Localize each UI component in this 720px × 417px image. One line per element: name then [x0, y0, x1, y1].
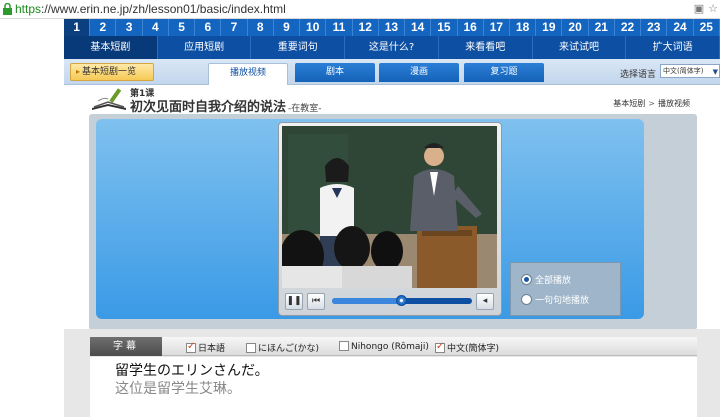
lesson-number-tab[interactable]: 8: [248, 19, 274, 36]
sub-navigation: ▸ 基本短剧一览 播放视频 剧本 漫画 复习题 选择语言 中文(简体字) ▼: [64, 59, 720, 85]
book-pen-icon: [92, 88, 126, 110]
speaker-icon: ◂: [482, 296, 488, 306]
lesson-number-tab[interactable]: 16: [458, 19, 484, 36]
tab-manga[interactable]: 漫画: [379, 63, 459, 82]
subtitle-option-chinese[interactable]: 中文(簡体字): [435, 341, 499, 354]
lesson-number-tab[interactable]: 24: [667, 19, 694, 36]
category-tab[interactable]: 来试试吧: [533, 36, 627, 59]
playback-mode-panel: 全部播放 一句句地播放: [510, 262, 621, 316]
arrow-right-icon: ▸: [76, 67, 81, 76]
subtitle-line-japanese: 留学生のエリンさんだ。: [115, 363, 269, 379]
lesson-number-tab[interactable]: 11: [326, 19, 353, 36]
breadcrumb-item: 播放视频: [658, 99, 690, 108]
player-controls: ❚❚ ⏮ ◂: [282, 291, 497, 312]
lesson-number-tab[interactable]: 19: [536, 19, 563, 36]
progress-fill: [332, 298, 402, 304]
subtitle-option-romaji[interactable]: Nihongo (Rômaji): [339, 341, 429, 352]
subtitle-header: 字幕 日本語 にほんご(かな) Nihongo (Rômaji) 中文(簡体字): [90, 337, 697, 356]
lesson-number-tab[interactable]: 2: [90, 19, 117, 36]
checkbox-icon[interactable]: [186, 341, 196, 353]
lesson-number-tab[interactable]: 15: [431, 19, 458, 36]
checkbox-icon[interactable]: [435, 341, 445, 353]
lesson-number-tab[interactable]: 3: [116, 19, 143, 36]
pause-icon: ❚❚: [286, 296, 302, 306]
page-subtitle: -在教室-: [288, 104, 322, 114]
category-tab[interactable]: 来看看吧: [439, 36, 533, 59]
lesson-number-tab[interactable]: 25: [694, 19, 720, 36]
lesson-number-tab[interactable]: 22: [615, 19, 642, 36]
lesson-number-tab[interactable]: 23: [641, 19, 668, 36]
lesson-number-tab[interactable]: 21: [589, 19, 615, 36]
lesson-number-tab[interactable]: 18: [510, 19, 537, 36]
subtitle-line-chinese: 这位是留学生艾琳。: [115, 381, 241, 397]
chevron-down-icon: ▼: [712, 68, 718, 76]
lesson-number-tab[interactable]: 6: [195, 19, 222, 36]
address-bar[interactable]: https://www.erin.ne.jp/zh/lesson01/basic…: [0, 0, 720, 19]
pause-button[interactable]: ❚❚: [285, 293, 303, 310]
lesson-number-tab[interactable]: 5: [169, 19, 196, 36]
star-icon[interactable]: ☆: [707, 3, 719, 15]
tab-review[interactable]: 复习题: [464, 63, 544, 82]
lesson-number-tab[interactable]: 17: [484, 19, 510, 36]
category-tab[interactable]: 扩大词语: [626, 36, 720, 59]
lesson-number-tab[interactable]: 13: [379, 19, 406, 36]
category-tab[interactable]: 这是什么?: [345, 36, 439, 59]
tab-play-video[interactable]: 播放视频: [208, 63, 288, 85]
page-icon[interactable]: ▣: [693, 3, 705, 15]
progress-bar[interactable]: [332, 295, 472, 306]
lesson-number-tab[interactable]: 10: [300, 19, 327, 36]
language-label: 选择语言: [620, 70, 657, 80]
lesson-number-bar: 1 2 3 4 5 6 7 8 9 10 11 12 13 14 15 16 17 18 19 20 21 22 23 24 2…: [64, 19, 720, 36]
play-all-option[interactable]: 全部播放: [521, 273, 571, 286]
page-title: 初次见面时自我介绍的说法 -在教室-: [130, 100, 322, 115]
play-sentence-option[interactable]: 一句句地播放: [521, 293, 589, 306]
subtitle-text-area: 留学生のエリンさんだ。 这位是留学生艾琳。: [90, 357, 697, 417]
category-bar: 基本短剧 应用短剧 重要词句 这是什么? 来看看吧 来试试吧 扩大词语: [64, 36, 720, 59]
tab-script[interactable]: 剧本: [295, 63, 375, 82]
category-tab[interactable]: 应用短剧: [158, 36, 252, 59]
volume-button[interactable]: ◂: [476, 293, 494, 310]
subtitle-label: 字幕: [90, 337, 162, 356]
skit-list-button[interactable]: ▸ 基本短剧一览: [70, 63, 154, 81]
lesson-number-tab[interactable]: 7: [221, 19, 248, 36]
lesson-number-tab[interactable]: 14: [405, 19, 432, 36]
checkbox-icon[interactable]: [339, 341, 349, 351]
lock-icon: [3, 3, 12, 15]
lesson-number-tab[interactable]: 9: [274, 19, 301, 36]
breadcrumb: 基本短剧 > 播放视频: [613, 98, 690, 109]
lesson-number-tab[interactable]: 4: [143, 19, 169, 36]
skip-back-icon: ⏮: [311, 296, 321, 306]
subtitle-option-kana[interactable]: にほんご(かな): [246, 341, 319, 354]
url-text: https://www.erin.ne.jp/zh/lesson01/basic…: [15, 2, 286, 16]
checkbox-icon[interactable]: [246, 343, 256, 353]
breadcrumb-item[interactable]: 基本短剧: [613, 99, 645, 108]
lesson-number-tab[interactable]: 1: [64, 19, 91, 36]
left-margin: [0, 19, 64, 417]
restart-button[interactable]: ⏮: [307, 293, 325, 310]
radio-play-all[interactable]: [521, 274, 532, 285]
subtitle-option-japanese[interactable]: 日本語: [186, 341, 225, 354]
progress-knob[interactable]: [396, 295, 407, 306]
lesson-number-tab[interactable]: 20: [562, 19, 589, 36]
radio-play-sentence[interactable]: [521, 294, 532, 305]
video-frame[interactable]: [282, 126, 497, 288]
chevron-right-icon: >: [648, 99, 655, 108]
category-tab[interactable]: 重要词句: [251, 36, 346, 59]
lesson-number-tab[interactable]: 12: [353, 19, 379, 36]
category-tab[interactable]: 基本短剧: [64, 36, 158, 59]
language-select[interactable]: 中文(简体字) ▼: [660, 64, 720, 78]
